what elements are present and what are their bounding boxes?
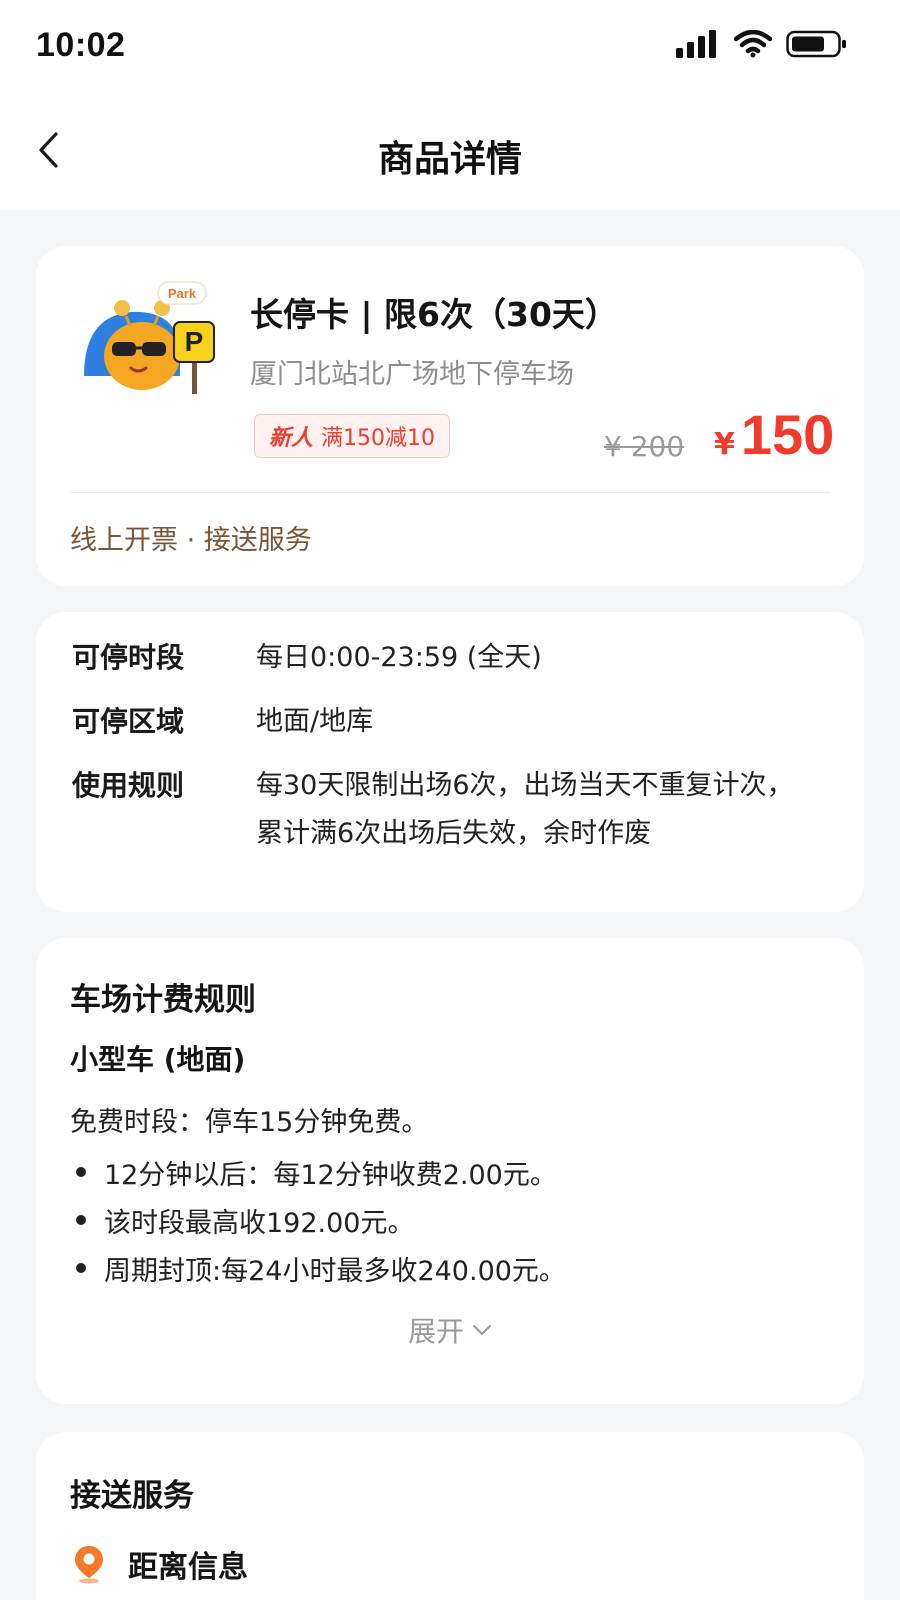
status-time: 10:02 [36, 26, 126, 64]
info-label: 可停区域 [72, 705, 185, 738]
product-card: P Park 长停卡 | 限6次（30天） 厦门北站北广场地下停车场 新人 满1… [36, 246, 864, 586]
distance-info-label: 距离信息 [128, 1550, 248, 1585]
expand-label: 展开 [407, 1315, 464, 1348]
rule-text: 该时段最高收192.00元。 [104, 1207, 415, 1239]
info-label: 使用规则 [72, 769, 185, 802]
product-title: 长停卡 | 限6次（30天） [250, 295, 618, 334]
billing-title: 车场计费规则 [70, 982, 256, 1018]
info-value: 地面/地库 [256, 706, 374, 737]
details-card: 可停时段 每日0:00-23:59 (全天) 可停区域 地面/地库 使用规则 每… [36, 612, 864, 912]
page-title: 商品详情 [377, 139, 522, 180]
promo-badge: 新人 满150减10 [254, 414, 451, 458]
promo-new-tag: 新人 [269, 426, 314, 451]
product-location: 厦门北站北广场地下停车场 [250, 359, 574, 390]
divider [70, 492, 830, 493]
price-currency: ¥ [714, 427, 735, 462]
info-value: 每日0:00-23:59 (全天) [256, 642, 542, 673]
wifi-icon [734, 30, 772, 58]
bullet [76, 1263, 86, 1273]
bullet [76, 1167, 86, 1177]
price-value: 150 [740, 403, 835, 466]
rule-text: 周期封顶:每24小时最多收240.00元。 [104, 1255, 566, 1287]
nav-bar: 商品详情 [0, 96, 900, 210]
billing-subtitle: 小型车 (地面) [70, 1043, 246, 1076]
signal-icon [676, 30, 716, 58]
billing-rule-list: 12分钟以后：每12分钟收费2.00元。 该时段最高收192.00元。 周期封顶… [76, 1148, 566, 1292]
services-text: 线上开票 · 接送服务 [70, 525, 312, 556]
info-row-rules: 使用规则 每30天限制出场6次，出场当天不重复计次，累计满6次出场后失效，余时作… [72, 762, 832, 858]
current-price: ¥ 150 [714, 402, 834, 467]
info-value: 每30天限制出场6次，出场当天不重复计次，累计满6次出场后失效，余时作废 [256, 770, 794, 849]
battery-icon [786, 30, 846, 58]
expand-button[interactable]: 展开 [36, 1310, 864, 1350]
status-icons [676, 30, 848, 58]
parking-sign-text: P [185, 326, 204, 357]
location-pin-icon [75, 1546, 103, 1584]
distance-info-row: 距离信息 [72, 1542, 248, 1586]
info-row-hours: 可停时段 每日0:00-23:59 (全天) [72, 634, 542, 682]
info-row-area: 可停区域 地面/地库 [72, 698, 373, 746]
park-badge-text: Park [168, 286, 197, 301]
rule-text: 12分钟以后：每12分钟收费2.00元。 [104, 1159, 557, 1191]
status-bar: 10:02 [0, 0, 900, 96]
bullet [76, 1215, 86, 1225]
shuttle-card: 接送服务 距离信息 [36, 1432, 864, 1600]
free-period-text: 免费时段：停车15分钟免费。 [70, 1107, 429, 1138]
list-item: 周期封顶:每24小时最多收240.00元。 [76, 1244, 566, 1292]
original-price: ¥ 200 [604, 430, 685, 463]
product-image: P Park [76, 276, 226, 396]
billing-card: 车场计费规则 小型车 (地面) 免费时段：停车15分钟免费。 12分钟以后：每1… [36, 938, 864, 1404]
list-item: 该时段最高收192.00元。 [76, 1196, 566, 1244]
info-label: 可停时段 [72, 641, 185, 674]
list-item: 12分钟以后：每12分钟收费2.00元。 [76, 1148, 566, 1196]
mascot-image: P Park [84, 281, 215, 394]
shuttle-title: 接送服务 [70, 1478, 194, 1514]
promo-text: 满150减10 [321, 426, 436, 451]
chevron-down-icon [473, 1325, 491, 1335]
